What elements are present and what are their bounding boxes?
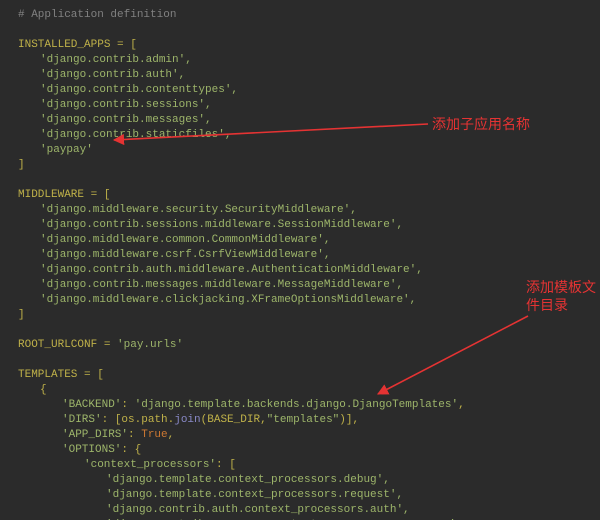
list-item: 'django.contrib.auth.middleware.Authenti… bbox=[40, 264, 423, 276]
brace-open: { bbox=[40, 384, 47, 396]
bracket-open: = [ bbox=[110, 39, 136, 51]
dict-key: 'APP_DIRS' bbox=[62, 429, 128, 441]
dict-value: 'django.template.backends.django.DjangoT… bbox=[135, 399, 458, 411]
list-item: 'django.middleware.csrf.CsrfViewMiddlewa… bbox=[40, 249, 330, 261]
equals: = bbox=[97, 339, 117, 351]
var-middleware: MIDDLEWARE bbox=[18, 189, 84, 201]
arg-templates: "templates" bbox=[267, 414, 340, 426]
arg-base-dir: BASE_DIR bbox=[207, 414, 260, 426]
dict-key: 'context_processors' bbox=[84, 459, 216, 471]
comment-line: # Application definition bbox=[18, 9, 176, 21]
list-item: 'django.contrib.contenttypes', bbox=[40, 84, 238, 96]
var-templates: TEMPLATES bbox=[18, 369, 77, 381]
list-item: 'django.contrib.auth', bbox=[40, 69, 185, 81]
list-item: 'django.contrib.messages', bbox=[40, 114, 212, 126]
dict-key: 'OPTIONS' bbox=[62, 444, 121, 456]
dict-key: 'BACKEND' bbox=[62, 399, 121, 411]
list-item: 'django.contrib.messages.middleware.Mess… bbox=[40, 279, 403, 291]
list-item: 'django.template.context_processors.requ… bbox=[106, 489, 403, 501]
list-item: 'django.middleware.security.SecurityMidd… bbox=[40, 204, 357, 216]
code-editor[interactable]: # Application definition INSTALLED_APPS … bbox=[0, 0, 600, 520]
bracket-open: = [ bbox=[84, 189, 110, 201]
list-item-paypay: 'paypay' bbox=[40, 144, 93, 156]
string-value: 'pay.urls' bbox=[117, 339, 183, 351]
dirs-prefix: [os.path. bbox=[115, 414, 174, 426]
list-item: 'django.contrib.sessions.middleware.Sess… bbox=[40, 219, 403, 231]
dirs-suffix: )], bbox=[339, 414, 359, 426]
list-item: 'django.contrib.sessions', bbox=[40, 99, 212, 111]
bracket-close: ] bbox=[18, 159, 25, 171]
list-item: 'django.middleware.common.CommonMiddlewa… bbox=[40, 234, 330, 246]
var-installed-apps: INSTALLED_APPS bbox=[18, 39, 110, 51]
func-join: join bbox=[174, 414, 200, 426]
list-item: 'django.template.context_processors.debu… bbox=[106, 474, 390, 486]
dict-key: 'DIRS' bbox=[62, 414, 102, 426]
list-item: 'django.contrib.auth.context_processors.… bbox=[106, 504, 410, 516]
brace-open: : { bbox=[121, 444, 141, 456]
bracket-open: = [ bbox=[77, 369, 103, 381]
var-root-urlconf: ROOT_URLCONF bbox=[18, 339, 97, 351]
list-item: 'django.contrib.admin', bbox=[40, 54, 192, 66]
bracket-close: ] bbox=[18, 309, 25, 321]
bracket-open: : [ bbox=[216, 459, 236, 471]
list-item: 'django.middleware.clickjacking.XFrameOp… bbox=[40, 294, 416, 306]
list-item: 'django.contrib.staticfiles', bbox=[40, 129, 231, 141]
bool-true: True bbox=[141, 429, 167, 441]
